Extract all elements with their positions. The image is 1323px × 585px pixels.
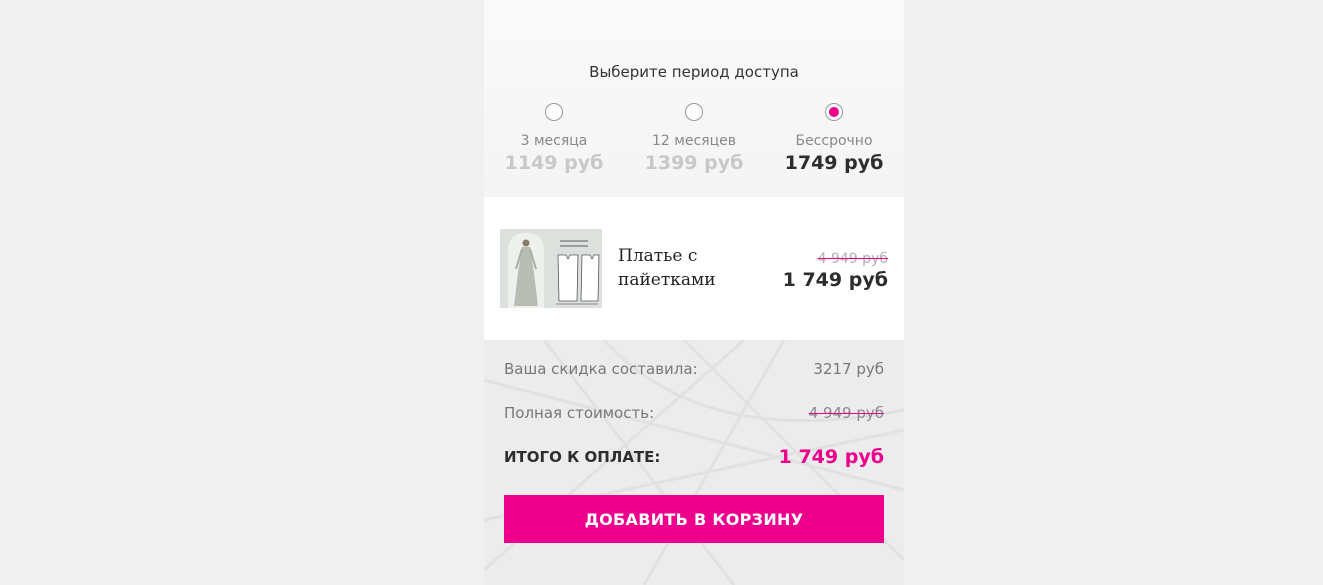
discount-row: Ваша скидка составила: 3217 руб (504, 357, 884, 381)
product-image-illustration (500, 229, 602, 308)
access-period-section: Выберите период доступа 3 месяца 1149 ру… (484, 0, 904, 197)
period-option-label: Бессрочно (795, 133, 873, 149)
full-price-value: 4 949 руб (808, 404, 884, 422)
add-to-cart-button[interactable]: ДОБАВИТЬ В КОРЗИНУ (504, 495, 884, 543)
period-option-price: 1749 руб (784, 152, 884, 174)
product-price: 1 749 руб (782, 269, 888, 291)
purchase-panel: Выберите период доступа 3 месяца 1149 ру… (484, 0, 904, 585)
full-price-label: Полная стоимость: (504, 404, 655, 422)
period-option-price: 1399 руб (644, 152, 744, 174)
period-option-3-months[interactable]: 3 месяца 1149 руб (484, 103, 624, 174)
discount-value: 3217 руб (813, 360, 884, 378)
total-row: ИТОГО К ОПЛАТЕ: 1 749 руб (504, 445, 884, 469)
radio-button-checked[interactable] (825, 103, 843, 121)
full-price-row: Полная стоимость: 4 949 руб (504, 401, 884, 425)
discount-label: Ваша скидка составила: (504, 360, 698, 378)
product-title[interactable]: Платье с пайетками (618, 244, 748, 292)
product-image[interactable] (500, 229, 602, 308)
total-label: ИТОГО К ОПЛАТЕ: (504, 448, 661, 466)
radio-button[interactable] (545, 103, 563, 121)
radio-button[interactable] (685, 103, 703, 121)
period-option-label: 12 месяцев (652, 133, 736, 149)
total-value: 1 749 руб (778, 446, 884, 468)
period-option-label: 3 месяца (520, 133, 588, 149)
order-summary: Ваша скидка составила: 3217 руб Полная с… (484, 340, 904, 585)
period-title: Выберите период доступа (589, 63, 799, 81)
period-option-unlimited[interactable]: Бессрочно 1749 руб (764, 103, 904, 174)
period-option-12-months[interactable]: 12 месяцев 1399 руб (624, 103, 764, 174)
product-card: Платье с пайетками 4 949 руб 1 749 руб (484, 197, 904, 340)
product-old-price: 4 949 руб (817, 251, 888, 267)
period-option-price: 1149 руб (504, 152, 604, 174)
